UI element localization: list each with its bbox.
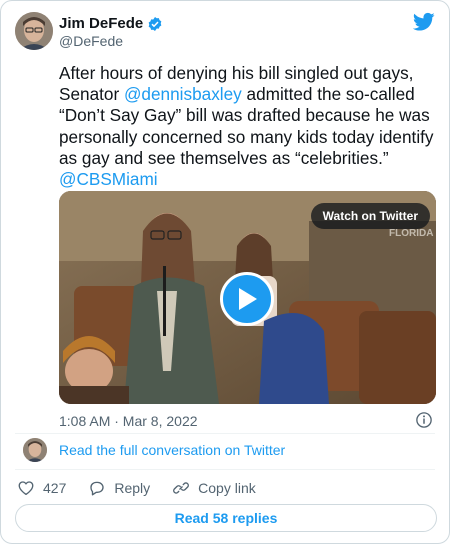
read-conversation-link[interactable]: Read the full conversation on Twitter xyxy=(59,442,285,458)
mention-dennisbaxley-link[interactable]: @dennisbaxley xyxy=(124,84,242,104)
divider xyxy=(15,469,435,470)
tweet-text: After hours of denying his bill singled … xyxy=(59,63,439,190)
mention-cbsmiami-link[interactable]: @CBSMiami xyxy=(59,169,158,189)
reply-label: Reply xyxy=(114,480,151,496)
info-icon[interactable] xyxy=(415,411,433,429)
action-bar: 427 Reply Copy link xyxy=(17,479,278,497)
verified-badge-icon xyxy=(148,16,162,31)
copy-link-action[interactable]: Copy link xyxy=(172,479,256,497)
like-count: 427 xyxy=(43,480,67,496)
like-action[interactable]: 427 xyxy=(17,479,66,497)
play-icon xyxy=(239,288,257,310)
link-icon xyxy=(173,482,190,494)
reply-action[interactable]: Reply xyxy=(88,479,150,497)
conversation-avatar[interactable] xyxy=(23,438,47,462)
tweet-timestamp[interactable]: 1:08 AM · Mar 8, 2022 xyxy=(59,413,198,429)
read-replies-button[interactable]: Read 58 replies xyxy=(15,504,437,532)
author-avatar[interactable] xyxy=(15,12,53,50)
author-name[interactable]: Jim DeFede xyxy=(59,15,143,32)
author-handle[interactable]: @DeFede xyxy=(59,33,123,49)
tweet-card: Jim DeFede @DeFede After hours of denyin… xyxy=(0,0,450,544)
play-button[interactable] xyxy=(220,272,274,326)
copy-link-label: Copy link xyxy=(198,480,256,496)
svg-text:FLORIDA: FLORIDA xyxy=(389,228,433,239)
reply-icon xyxy=(90,481,105,496)
video-thumbnail[interactable]: FLORIDA Watch on Twitter xyxy=(59,191,436,404)
author-name-row: Jim DeFede xyxy=(59,15,163,32)
heart-icon xyxy=(18,481,34,496)
watch-on-twitter-button[interactable]: Watch on Twitter xyxy=(310,203,430,229)
twitter-bird-icon[interactable] xyxy=(413,12,435,32)
divider xyxy=(15,433,435,434)
